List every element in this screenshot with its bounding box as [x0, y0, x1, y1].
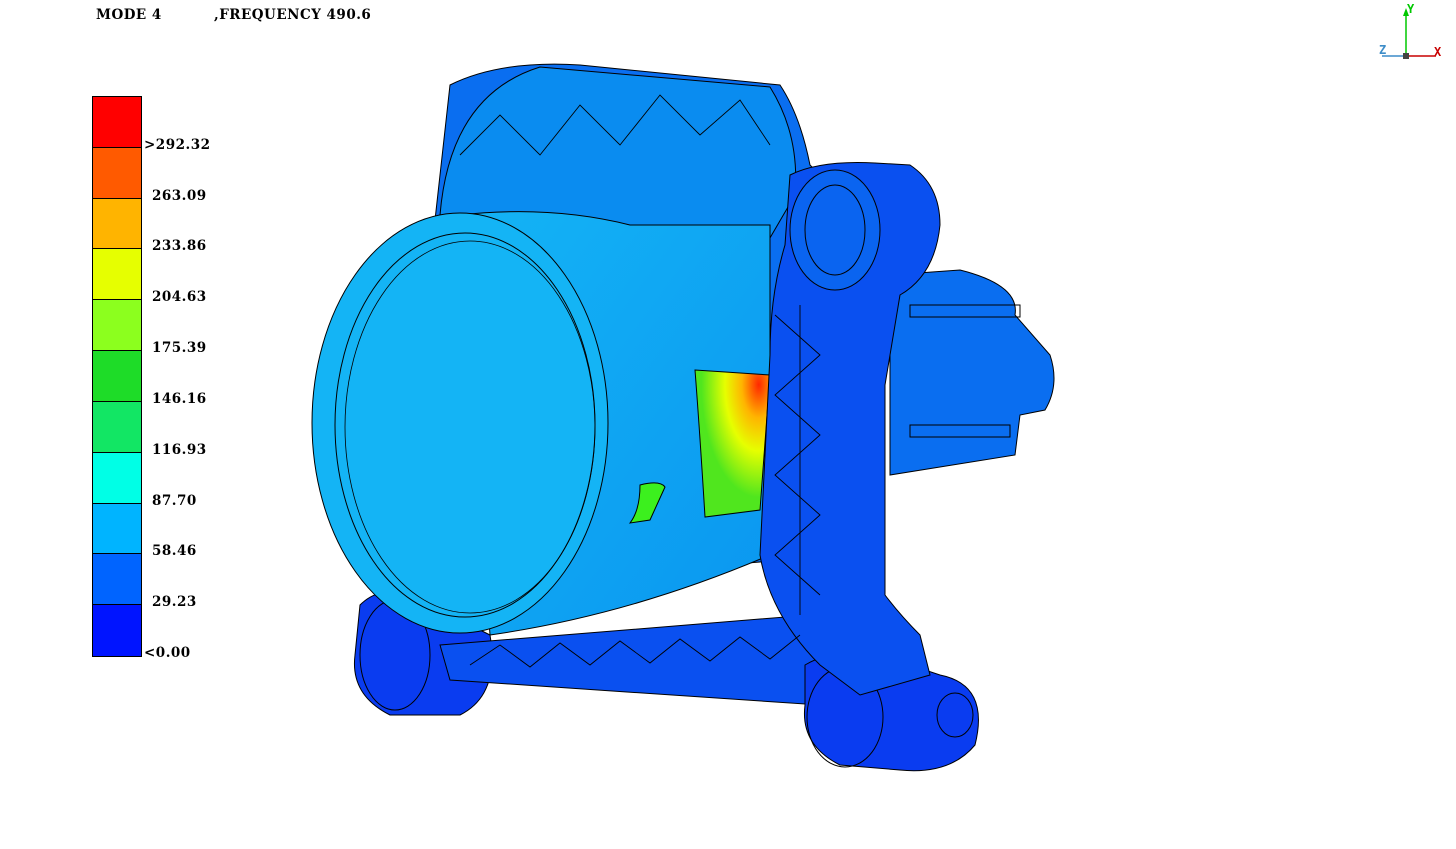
legend-label: 116.93: [152, 441, 207, 458]
legend-band: [93, 452, 141, 504]
legend-band: [93, 503, 141, 555]
x-axis-label: X: [1434, 45, 1442, 59]
front-disc: [311, 212, 609, 634]
result-header: MODE 4 ,FREQUENCY 490.6: [96, 7, 371, 23]
legend-label: 233.86: [152, 238, 207, 255]
origin-marker: [1403, 53, 1409, 59]
frequency-label: ,FREQUENCY 490.6: [214, 7, 372, 23]
legend-label: 29.23: [152, 594, 197, 611]
pin-end: [936, 692, 974, 738]
legend-label: 175.39: [152, 340, 207, 357]
legend-band: [93, 97, 141, 148]
side-arm-eye: [789, 169, 881, 291]
z-axis-label: Z: [1379, 43, 1386, 57]
legend-band: [93, 147, 141, 199]
y-axis-label: Y: [1407, 2, 1415, 16]
legend-band: [93, 605, 141, 656]
legend-label: 58.46: [152, 543, 197, 560]
legend-label: <0.00: [144, 645, 191, 661]
legend-band: [93, 249, 141, 301]
legend-band: [93, 198, 141, 250]
mode-label: MODE 4: [96, 7, 162, 23]
legend-band: [93, 351, 141, 402]
legend-label: 263.09: [152, 187, 207, 204]
legend-label: 146.16: [152, 390, 207, 407]
legend-band: [93, 300, 141, 352]
legend-label: 87.70: [152, 492, 197, 509]
actuator-body: [889, 269, 1055, 476]
legend-label: >292.32: [144, 136, 211, 153]
stress-hotspot: [694, 369, 771, 518]
legend-label: 204.63: [152, 289, 207, 306]
legend-band: [93, 554, 141, 606]
axis-triad: Y X Z: [1379, 2, 1442, 59]
model-viewport[interactable]: [300, 55, 1070, 785]
legend-band: [93, 401, 141, 453]
color-legend: [92, 96, 142, 657]
